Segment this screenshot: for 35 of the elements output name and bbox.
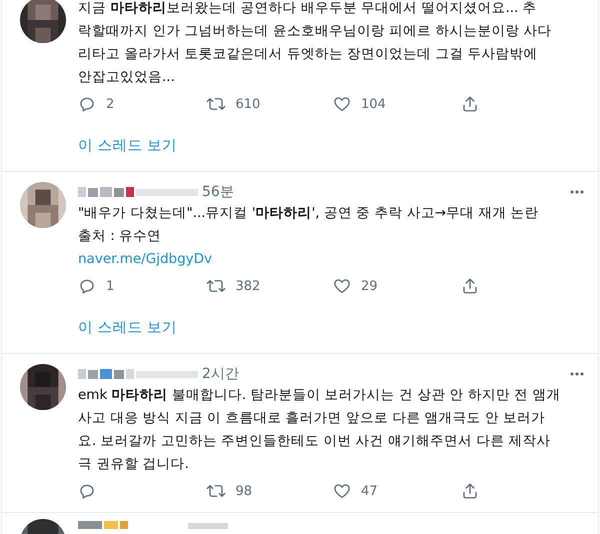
heart-icon[interactable]: [333, 482, 351, 500]
retweet-count: 98: [236, 484, 252, 498]
heart-icon[interactable]: [333, 95, 351, 113]
retweet-count: 610: [236, 96, 260, 112]
tweet-text: 사고 대응 방식 지금 이 흐름대로 흘러가면 앞으로 다른 앰개극도 안 보러가: [78, 409, 546, 428]
reply-count: 2: [106, 96, 114, 112]
heart-icon[interactable]: [333, 277, 351, 295]
tweet-text: 출처 : 유수연: [78, 227, 162, 246]
tweet-text: 락할때까지 인가 그넘버하는데 윤소호배우님이랑 피에르 하시는분이랑 사다: [78, 22, 553, 41]
link[interactable]: naver.me/GjdbgyDv: [78, 251, 212, 267]
show-thread-link[interactable]: 이 스레드 보기: [78, 318, 178, 336]
retweet-icon[interactable]: [206, 277, 226, 295]
show-thread-link[interactable]: 이 스레드 보기: [78, 136, 178, 154]
like-count: 104: [361, 96, 386, 112]
tweet-text: 안잡고있었음...: [78, 68, 176, 87]
share-icon[interactable]: [460, 482, 478, 500]
share-icon[interactable]: [460, 95, 478, 113]
retweet-icon[interactable]: [206, 482, 226, 500]
tweet-text: "배우가 다쳤는데"...뮤지컬 '마타하리', 공연 중 추락 사고→무대 재개 논란: [78, 204, 540, 223]
reply-icon[interactable]: [78, 95, 96, 113]
reply-icon[interactable]: [78, 277, 96, 295]
tweet-text: 지금 마타하리보러왔는데 공연하다 배우두분 무대에서 떨어지셨어요... 추: [78, 0, 538, 18]
tweet-text: 리타고 올라가서 토롯코같은데서 듀엣하는 장면이었는데 그걸 두사람밖에: [78, 45, 539, 64]
retweet-icon[interactable]: [206, 95, 226, 113]
tweet-text: 요. 보러갈까 고민하는 주변인들한테도 이번 사건 얘기해주면서 다른 제작사: [78, 432, 552, 451]
timestamp[interactable]: 2시간: [202, 365, 239, 383]
like-count: 47: [361, 484, 378, 498]
tweet-text: emk 마타하리 불매합니다. 탐라분들이 보러가시는 건 상관 안 하지만 전 앰개: [78, 386, 562, 405]
reply-count: 1: [106, 278, 114, 294]
reply-icon[interactable]: [78, 482, 96, 500]
share-icon[interactable]: [460, 277, 478, 295]
timestamp[interactable]: 56분: [202, 183, 234, 201]
like-count: 29: [361, 278, 378, 294]
tweet-text: 극 권유할 겁니다.: [78, 455, 190, 474]
retweet-count: 382: [236, 278, 260, 294]
